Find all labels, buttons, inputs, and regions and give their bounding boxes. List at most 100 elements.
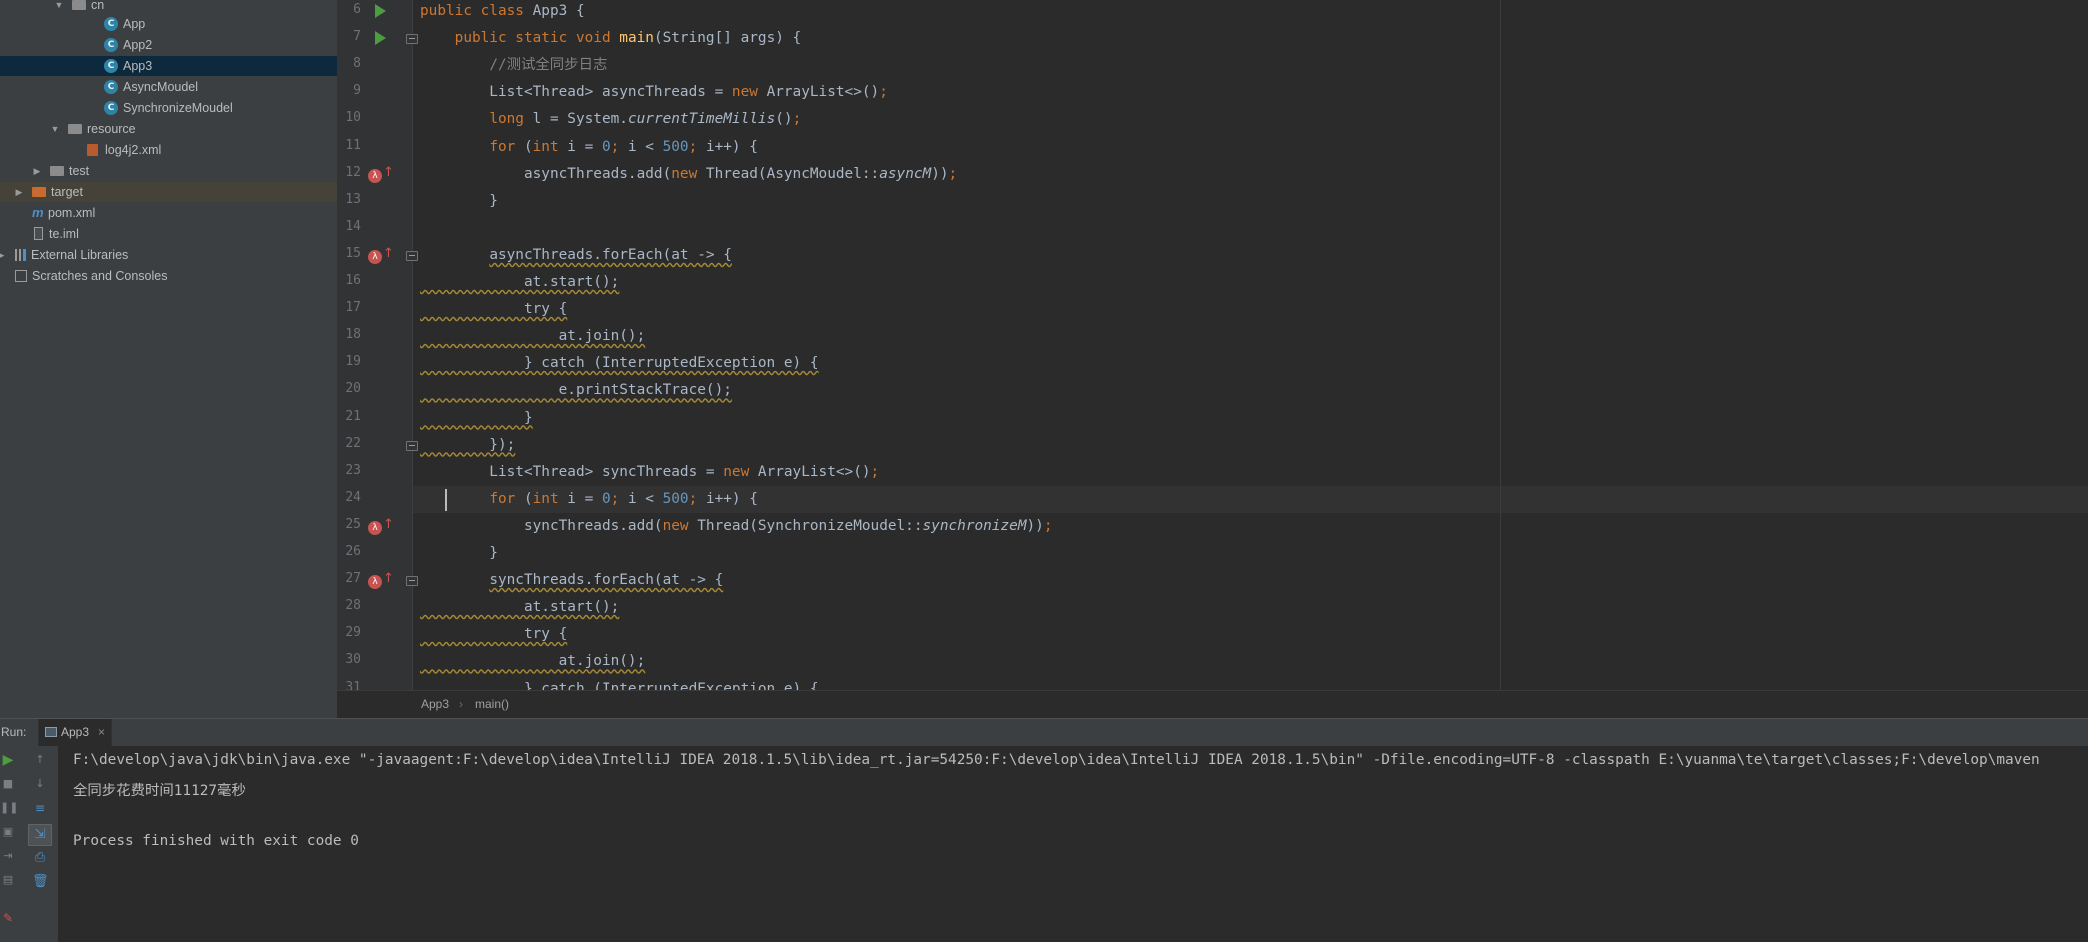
tree-item-label: App3 [123, 59, 153, 73]
console-line: F:\develop\java\jdk\bin\java.exe "-javaa… [73, 752, 2040, 768]
rerun-icon[interactable]: ▶ [0, 752, 16, 768]
tree-item-pom-xml[interactable]: m pom.xml [0, 203, 337, 223]
code-line: e.printStackTrace(); [420, 380, 732, 407]
chevron-right-icon[interactable]: ▶ [32, 161, 42, 181]
line-number: 23 [345, 462, 361, 478]
implementation-arrow-icon[interactable]: ↑ [383, 246, 394, 262]
print-icon[interactable]: ⎙ [32, 850, 48, 866]
chevron-down-icon[interactable]: ▼ [50, 119, 60, 139]
code-token: main [619, 30, 654, 47]
tree-item-cn[interactable]: ▼ cn [0, 0, 337, 15]
line-number: 29 [345, 625, 361, 641]
tree-item-asyncmoudel[interactable]: C AsyncMoudel [0, 77, 337, 97]
class-icon: C [104, 80, 118, 94]
tree-item-app3[interactable]: C App3 [0, 56, 337, 76]
tree-item-test[interactable]: ▶ test [0, 161, 337, 181]
text-caret [445, 488, 447, 511]
code-token: } [420, 545, 498, 561]
breadcrumb-class[interactable]: App3 [421, 691, 449, 718]
chevron-down-icon[interactable]: ▼ [54, 0, 64, 15]
lambda-breakpoint-icon[interactable]: λ [368, 249, 382, 264]
line-number: 12 [345, 164, 361, 180]
scratch-icon [14, 269, 28, 283]
fold-icon[interactable] [406, 250, 418, 261]
line-number: 16 [345, 273, 361, 288]
implementation-arrow-icon[interactable]: ↑ [383, 517, 394, 533]
run-gutter-icon[interactable] [375, 31, 386, 46]
chevron-right-icon[interactable]: ▶ [0, 245, 6, 265]
tree-item-scratches-and-consoles[interactable]: Scratches and Consoles [0, 266, 337, 286]
down-arrow-icon[interactable]: ↓ [32, 776, 48, 792]
code-token: new [671, 165, 706, 182]
code-area[interactable]: public class App3 { public static void m… [420, 0, 2088, 690]
folder-icon [32, 187, 46, 197]
code-token: 500 [662, 138, 689, 155]
code-token: () [775, 111, 793, 128]
clear-all-icon[interactable]: 🗑 [32, 874, 49, 890]
code-token: currentTimeMillis [627, 111, 776, 128]
code-token: ; [1043, 517, 1053, 534]
tree-item-app2[interactable]: C App2 [0, 35, 337, 55]
library-icon [14, 248, 28, 262]
code-token: //测试全同步日志 [489, 57, 608, 74]
code-token: i < [627, 490, 663, 507]
tree-item-te-iml[interactable]: te.iml [0, 224, 337, 244]
code-line: //测试全同步日志 [420, 55, 607, 82]
code-token: syncThreads.add( [420, 517, 663, 534]
pause-icon[interactable]: ❚❚ [0, 800, 18, 816]
run-label: Run: [1, 725, 27, 739]
line-number: 14 [345, 218, 361, 234]
chevron-right-icon[interactable]: ▶ [14, 182, 24, 202]
pin-icon[interactable]: ✎ [0, 910, 16, 926]
class-icon: C [104, 17, 118, 31]
code-line: } [420, 408, 533, 435]
code-token: List<Thread> asyncThreads = [420, 84, 732, 101]
tree-item-external-libraries[interactable]: ▶ External Libraries [0, 245, 337, 265]
stop-icon[interactable]: ■ [0, 776, 16, 792]
run-gutter-icon[interactable] [375, 4, 386, 18]
tree-item-resource[interactable]: ▼ resource [0, 119, 337, 139]
soft-wrap-icon[interactable]: ≡ [32, 800, 48, 816]
tree-item-synchronizemoudel[interactable]: C SynchronizeMoudel [0, 98, 337, 118]
dump-threads-icon[interactable]: ▣ [0, 824, 16, 840]
code-line: syncThreads.forEach(at -> { [420, 570, 723, 597]
code-token: i++) { [705, 490, 758, 507]
layout-icon[interactable]: ▤ [0, 872, 16, 888]
lambda-breakpoint-icon[interactable]: λ [368, 575, 382, 590]
code-line: public static void main(String[] args) { [420, 28, 802, 55]
code-token: } [420, 192, 498, 209]
implementation-arrow-icon[interactable]: ↑ [383, 165, 394, 181]
scroll-to-end-icon[interactable]: ⇲ [28, 824, 52, 846]
line-number: 25 [345, 516, 361, 532]
code-token: new [731, 84, 767, 101]
implementation-arrow-icon[interactable]: ↑ [383, 571, 394, 587]
tree-item-log4j2-xml[interactable]: log4j2.xml [0, 140, 337, 160]
tree-item-target[interactable]: ▶ target [0, 182, 337, 202]
close-icon[interactable]: × [98, 719, 105, 746]
breadcrumb-method[interactable]: main() [475, 691, 509, 718]
code-token: App3 { [532, 3, 585, 19]
tree-item-label: cn [91, 0, 105, 12]
code-token: ArrayList<>() [766, 84, 880, 101]
lambda-breakpoint-icon[interactable]: λ [368, 168, 382, 183]
up-arrow-icon[interactable]: ↑ [32, 752, 48, 768]
lambda-breakpoint-icon[interactable]: λ [368, 520, 382, 535]
code-line: }); [420, 435, 515, 462]
code-token: at.start(); [420, 274, 620, 290]
code-editor[interactable]: 6 7 8 9 10 11 12 λ ↑ 13 14 15 λ ↑ 16 17 18 19 20 21 22 23 24 25… [337, 0, 2088, 690]
tree-item-app[interactable]: C App [0, 14, 337, 34]
fold-icon[interactable] [406, 34, 418, 45]
code-line: at.start(); [420, 272, 619, 299]
code-token: ; [792, 111, 802, 128]
exit-icon[interactable]: ⇥ [0, 848, 16, 864]
code-token: asyncM [879, 165, 932, 182]
fold-icon[interactable] [406, 576, 418, 587]
code-token: new [723, 463, 758, 480]
fold-icon[interactable] [406, 440, 418, 451]
run-tab-app3[interactable]: App3 × [38, 719, 112, 747]
console-output[interactable]: F:\develop\java\jdk\bin\java.exe "-javaa… [58, 746, 2088, 942]
class-icon: C [104, 38, 118, 52]
line-number: 28 [345, 598, 361, 614]
